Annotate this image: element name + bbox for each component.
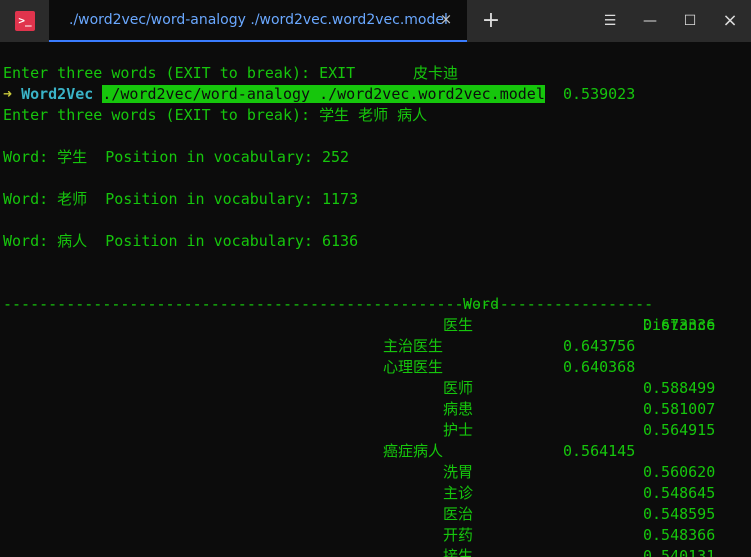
prompt-arrow-icon: ➜ — [3, 85, 13, 103]
word-line: Word: 病人 Position in vocabulary: 6136 — [3, 232, 359, 250]
result-distance: 0.548366 — [643, 526, 716, 544]
result-distance: 0.539023 — [563, 85, 636, 103]
minimize-button[interactable]: — — [636, 8, 664, 34]
tab-active[interactable]: ./word2vec/word-analogy ./word2vec.word2… — [49, 0, 467, 42]
separator-line: ----------------------------------------… — [3, 295, 654, 313]
result-word: 病患 — [443, 400, 474, 418]
result-distance: 0.643756 — [563, 337, 636, 355]
new-tab-button[interactable]: + — [478, 8, 504, 34]
result-distance: 0.548645 — [643, 484, 716, 502]
word-line: Word: 老师 Position in vocabulary: 1173 — [3, 190, 359, 208]
result-distance: 0.564915 — [643, 421, 716, 439]
result-word: 皮卡迪 — [413, 64, 459, 82]
result-word: 主诊 — [443, 484, 474, 502]
result-word: 洗胃 — [443, 463, 474, 481]
result-distance: 0.564145 — [563, 442, 636, 460]
result-distance: 0.540131 — [643, 547, 716, 557]
menu-icon[interactable]: ☰ — [596, 8, 624, 34]
result-distance: 0.640368 — [563, 358, 636, 376]
result-word: 主治医生 — [383, 337, 444, 355]
exit-line: Enter three words (EXIT to break): EXIT — [3, 64, 356, 82]
tab-title: ./word2vec/word-analogy ./word2vec.word2… — [69, 12, 448, 28]
title-bar: >_ ./word2vec/word-analogy ./word2vec.wo… — [0, 0, 751, 42]
terminal-app-icon: >_ — [15, 11, 35, 31]
command-text: ./word2vec/word-analogy ./word2vec.word2… — [102, 85, 545, 103]
result-distance: 0.560620 — [643, 463, 716, 481]
result-word: 护士 — [443, 421, 474, 439]
result-word: 医生 — [443, 316, 474, 334]
input-line: Enter three words (EXIT to break): 学生 老师… — [3, 106, 428, 124]
result-word: 开药 — [443, 526, 474, 544]
result-word: 接生 — [443, 547, 474, 557]
tab-close-icon[interactable]: × — [435, 8, 457, 30]
result-distance: 0.588499 — [643, 379, 716, 397]
result-word: 癌症病人 — [383, 442, 444, 460]
close-button[interactable]: × — [716, 8, 744, 34]
result-word: 心理医生 — [383, 358, 444, 376]
terminal-output[interactable]: 皮卡迪 0.539023 Enter three words (EXIT to … — [0, 42, 751, 557]
word-line: Word: 学生 Position in vocabulary: 252 — [3, 148, 350, 166]
result-word: 医师 — [443, 379, 474, 397]
prompt-line: ➜ Word2Vec ./word2vec/word-analogy ./wor… — [3, 84, 545, 105]
previous-result-row: 皮卡迪 0.539023 — [3, 42, 635, 103]
prompt-directory: Word2Vec — [21, 85, 94, 103]
result-distance: 0.548595 — [643, 505, 716, 523]
result-word: 医治 — [443, 505, 474, 523]
result-distance: 0.673336 — [643, 316, 716, 334]
result-distance: 0.581007 — [643, 400, 716, 418]
table-header: Word Distance — [3, 273, 723, 334]
maximize-button[interactable]: ☐ — [676, 8, 704, 34]
